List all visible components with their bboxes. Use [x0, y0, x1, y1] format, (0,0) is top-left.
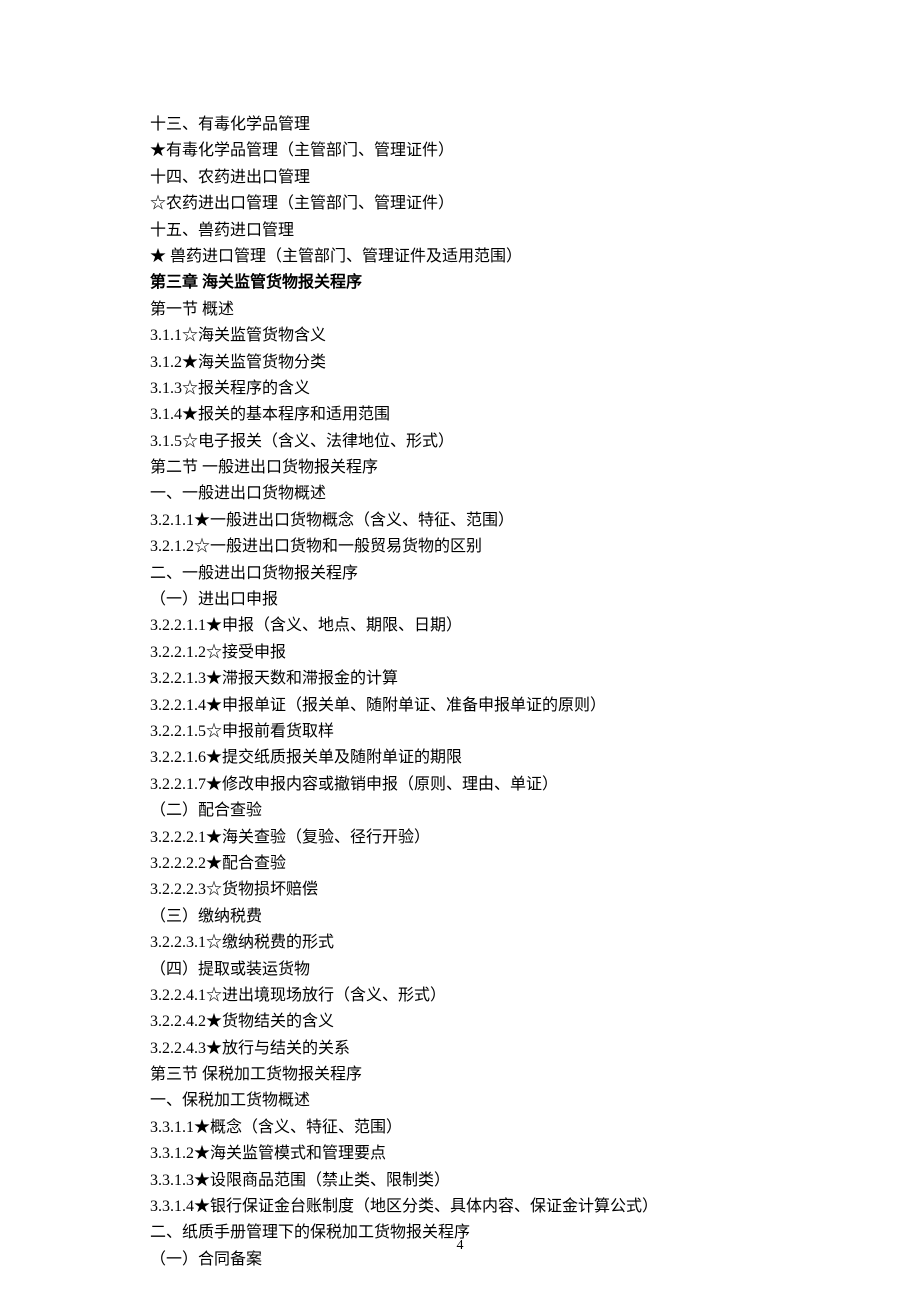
outline-line: 3.2.2.1.2☆接受申报 [150, 640, 770, 666]
outline-line: 二、一般进出口货物报关程序 [150, 561, 770, 587]
outline-line: 3.1.5☆电子报关（含义、法律地位、形式） [150, 429, 770, 455]
outline-line: （一）进出口申报 [150, 587, 770, 613]
outline-line: 3.2.2.2.3☆货物损坏赔偿 [150, 877, 770, 903]
outline-line: 3.2.2.2.2★配合查验 [150, 851, 770, 877]
outline-line: 3.1.4★报关的基本程序和适用范围 [150, 402, 770, 428]
outline-line: 一、一般进出口货物概述 [150, 481, 770, 507]
outline-line: ☆农药进出口管理（主管部门、管理证件） [150, 191, 770, 217]
outline-line: 3.2.2.1.1★申报（含义、地点、期限、日期） [150, 613, 770, 639]
outline-line: 3.2.2.2.1★海关查验（复验、径行开验） [150, 825, 770, 851]
outline-line: 3.1.2★海关监管货物分类 [150, 350, 770, 376]
content-body: 十三、有毒化学品管理★有毒化学品管理（主管部门、管理证件）十四、农药进出口管理☆… [150, 112, 770, 1273]
outline-line: 3.3.1.1★概念（含义、特征、范围） [150, 1115, 770, 1141]
outline-line: 一、保税加工货物概述 [150, 1088, 770, 1114]
outline-line: 3.2.2.3.1☆缴纳税费的形式 [150, 930, 770, 956]
outline-line: 十五、兽药进口管理 [150, 218, 770, 244]
outline-line: 3.2.2.1.7★修改申报内容或撤销申报（原则、理由、单证） [150, 772, 770, 798]
page-number: 4 [0, 1234, 920, 1257]
outline-line: 3.2.1.2☆一般进出口货物和一般贸易货物的区别 [150, 534, 770, 560]
outline-line: 3.2.2.1.4★申报单证（报关单、随附单证、准备申报单证的原则） [150, 693, 770, 719]
outline-line: 3.1.3☆报关程序的含义 [150, 376, 770, 402]
outline-line: 3.2.1.1★一般进出口货物概念（含义、特征、范围） [150, 508, 770, 534]
document-page: 十三、有毒化学品管理★有毒化学品管理（主管部门、管理证件）十四、农药进出口管理☆… [0, 0, 920, 1313]
outline-line: 第三节 保税加工货物报关程序 [150, 1062, 770, 1088]
outline-line: 第三章 海关监管货物报关程序 [150, 270, 770, 296]
outline-line: 3.2.2.1.3★滞报天数和滞报金的计算 [150, 666, 770, 692]
outline-line: 3.2.2.4.2★货物结关的含义 [150, 1009, 770, 1035]
outline-line: 3.2.2.1.6★提交纸质报关单及随附单证的期限 [150, 745, 770, 771]
outline-line: 3.3.1.2★海关监管模式和管理要点 [150, 1141, 770, 1167]
outline-line: （三）缴纳税费 [150, 904, 770, 930]
outline-line: ★有毒化学品管理（主管部门、管理证件） [150, 138, 770, 164]
outline-line: 3.1.1☆海关监管货物含义 [150, 323, 770, 349]
outline-line: 3.2.2.1.5☆申报前看货取样 [150, 719, 770, 745]
outline-line: 3.3.1.4★银行保证金台账制度（地区分类、具体内容、保证金计算公式） [150, 1194, 770, 1220]
outline-line: 第一节 概述 [150, 297, 770, 323]
outline-line: 3.2.2.4.1☆进出境现场放行（含义、形式） [150, 983, 770, 1009]
outline-line: 十三、有毒化学品管理 [150, 112, 770, 138]
outline-line: 3.3.1.3★设限商品范围（禁止类、限制类） [150, 1168, 770, 1194]
outline-line: ★ 兽药进口管理（主管部门、管理证件及适用范围） [150, 244, 770, 270]
outline-line: 十四、农药进出口管理 [150, 165, 770, 191]
outline-line: （四）提取或装运货物 [150, 957, 770, 983]
outline-line: 第二节 一般进出口货物报关程序 [150, 455, 770, 481]
outline-line: 3.2.2.4.3★放行与结关的关系 [150, 1036, 770, 1062]
outline-line: （二）配合查验 [150, 798, 770, 824]
